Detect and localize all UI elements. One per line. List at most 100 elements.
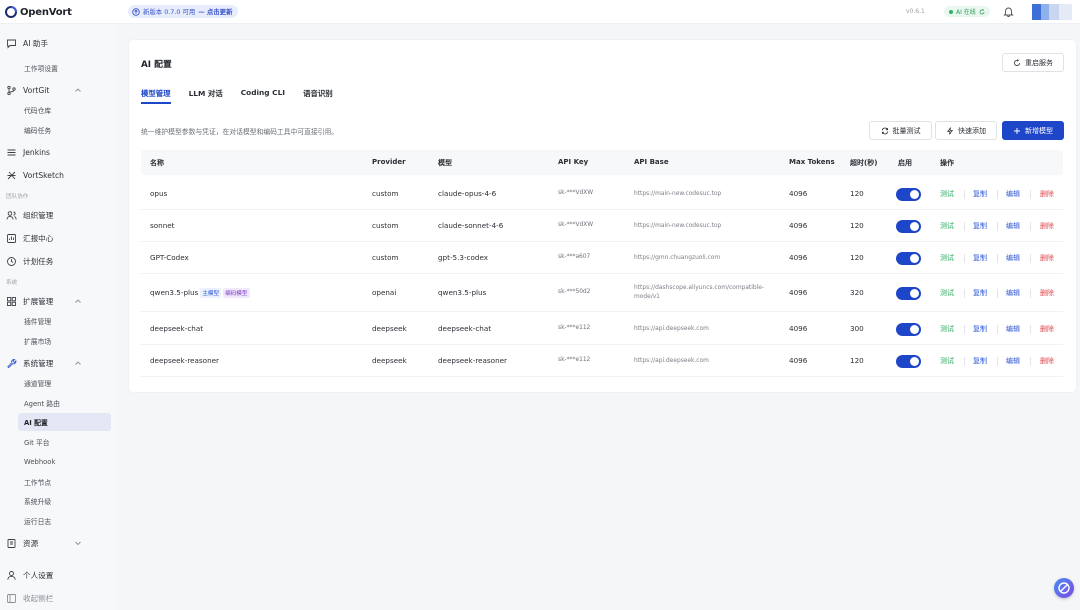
enabled-toggle[interactable] [896, 252, 921, 265]
update-banner[interactable]: 新版本 0.7.0 可用 — 点击更新 [128, 5, 239, 18]
sidebar-item-ai-config[interactable]: AI 配置 [18, 413, 111, 431]
sidebar-item-vortsketch[interactable]: VortSketch [6, 166, 110, 184]
test-button[interactable]: 测试 [940, 221, 954, 231]
tab-speech-recognition[interactable]: 语音识别 [303, 88, 333, 104]
edit-button[interactable]: 编辑 [1006, 253, 1020, 263]
test-button[interactable]: 测试 [940, 189, 954, 199]
edit-button[interactable]: 编辑 [1006, 356, 1020, 366]
copy-button[interactable]: 复制 [973, 189, 987, 199]
timeout-cell: 120 [850, 221, 864, 230]
page-description: 统一维护模型参数与凭证，在对话模型和编码工具中可直接引用。 [141, 128, 339, 136]
delete-button[interactable]: 删除 [1040, 189, 1054, 199]
sidebar-item-ai-assistant[interactable]: AI 助手 [6, 34, 110, 52]
sidebar-item-coding-tasks[interactable]: 编码任务 [18, 121, 111, 139]
action-divider [964, 325, 965, 334]
sidebar-item-personal-settings[interactable]: 个人设置 [6, 566, 110, 584]
app-logo[interactable]: OpenVort [5, 6, 72, 18]
action-divider [1030, 357, 1031, 366]
sidebar-item-vortgit[interactable]: VortGit [6, 81, 110, 99]
sidebar-item-label: 扩展管理 [23, 296, 54, 306]
sidebar-item-system-upgrade[interactable]: 系统升级 [18, 492, 111, 510]
ai-status-badge[interactable]: AI 在线 [944, 6, 990, 17]
delete-button[interactable]: 删除 [1040, 253, 1054, 263]
copy-button[interactable]: 复制 [973, 356, 987, 366]
sidebar-item-label: 运行日志 [24, 518, 52, 526]
enabled-toggle[interactable] [896, 323, 921, 336]
timeout-cell: 320 [850, 288, 864, 297]
tab-llm-chat[interactable]: LLM 对话 [189, 88, 223, 104]
delete-button[interactable]: 删除 [1040, 356, 1054, 366]
sidebar-item-channels[interactable]: 通道管理 [18, 374, 111, 392]
edit-button[interactable]: 编辑 [1006, 324, 1020, 334]
delete-button[interactable]: 删除 [1040, 288, 1054, 298]
sidebar-item-scheduled[interactable]: 计划任务 [6, 252, 110, 270]
table-row: deepseek-reasoner deepseek deepseek-reason… [141, 345, 1063, 377]
sidebar-item-org[interactable]: 组织管理 [6, 206, 110, 224]
enabled-toggle[interactable] [896, 287, 921, 300]
delete-button[interactable]: 删除 [1040, 221, 1054, 231]
user-avatar[interactable] [1032, 4, 1072, 20]
report-icon [7, 233, 16, 243]
sidebar-item-logs[interactable]: 运行日志 [18, 512, 111, 530]
test-button[interactable]: 测试 [940, 288, 954, 298]
chevron-up-icon [75, 361, 81, 365]
copy-button[interactable]: 复制 [973, 253, 987, 263]
edit-button[interactable]: 编辑 [1006, 221, 1020, 231]
sidebar-item-worker-nodes[interactable]: 工作节点 [18, 473, 111, 491]
sidebar-item-report[interactable]: 汇报中心 [6, 229, 110, 247]
max-tokens-cell: 4096 [789, 189, 808, 198]
enabled-toggle[interactable] [896, 220, 921, 233]
sidebar-item-workitem-settings[interactable]: 工作项设置 [18, 59, 111, 77]
test-button[interactable]: 测试 [940, 356, 954, 366]
enabled-toggle[interactable] [896, 355, 921, 368]
provider-cell: openai [372, 288, 397, 297]
sidebar-item-plugins[interactable]: 插件管理 [18, 312, 111, 330]
action-divider [1030, 190, 1031, 199]
enabled-toggle[interactable] [896, 188, 921, 201]
tab-coding-cli[interactable]: Coding CLI [241, 88, 285, 104]
quick-add-button[interactable]: 快速添加 [935, 121, 997, 140]
test-button[interactable]: 测试 [940, 253, 954, 263]
api-base-cell: https://main-new.codesuc.top [634, 191, 722, 197]
table-row: opus custom claude-opus-4-6 sk-***VdXW https… [141, 177, 1063, 210]
api-base-cell: https://dashscope.aliyuncs.com/compatibl… [634, 285, 764, 300]
status-dot-icon [949, 9, 953, 14]
copy-button[interactable]: 复制 [973, 324, 987, 334]
coding-model-tag: 编码模型 [223, 288, 250, 298]
tab-model-management[interactable]: 模型管理 [141, 88, 171, 104]
timeout-cell: 300 [850, 324, 864, 333]
model-id-cell: claude-sonnet-4-6 [438, 221, 504, 230]
sidebar-item-extensions[interactable]: 扩展管理 [6, 292, 110, 310]
sidebar-item-marketplace[interactable]: 扩展市场 [18, 332, 111, 350]
delete-button[interactable]: 删除 [1040, 324, 1054, 334]
sidebar-item-label: Webhook [24, 458, 56, 466]
sidebar-item-label: 插件管理 [24, 318, 52, 326]
clock-icon [7, 256, 16, 266]
sidebar-item-resources[interactable]: 资源 [6, 534, 110, 552]
sidebar-item-jenkins[interactable]: Jenkins [6, 143, 110, 161]
edit-button[interactable]: 编辑 [1006, 189, 1020, 199]
notification-bell-icon[interactable] [1003, 6, 1014, 17]
edit-button[interactable]: 编辑 [1006, 288, 1020, 298]
update-link[interactable]: — 点击更新 [198, 7, 232, 16]
book-icon [7, 538, 16, 548]
sidebar-item-label: Git 平台 [24, 439, 50, 447]
copy-button[interactable]: 复制 [973, 288, 987, 298]
max-tokens-cell: 4096 [789, 253, 808, 262]
sidebar-item-webhook[interactable]: Webhook [18, 453, 111, 471]
add-model-button[interactable]: 新增模型 [1002, 121, 1064, 140]
sidebar-item-agent-routing[interactable]: Agent 路由 [18, 394, 111, 412]
sidebar-item-system-admin[interactable]: 系统管理 [6, 354, 110, 372]
collapse-sidebar-button[interactable]: 收起侧栏 [6, 589, 110, 607]
restart-service-button[interactable]: 重启服务 [1002, 53, 1064, 72]
action-divider [997, 190, 998, 199]
batch-test-button[interactable]: 批量测试 [869, 121, 932, 140]
model-name-cell: deepseek-chat [150, 324, 203, 333]
timeout-cell: 120 [850, 189, 864, 198]
sidebar-item-code-repo[interactable]: 代码仓库 [18, 101, 111, 119]
assistant-fab-button[interactable] [1054, 578, 1074, 598]
test-button[interactable]: 测试 [940, 324, 954, 334]
copy-button[interactable]: 复制 [973, 221, 987, 231]
action-divider [1030, 289, 1031, 298]
sidebar-item-git-platform[interactable]: Git 平台 [18, 433, 111, 451]
